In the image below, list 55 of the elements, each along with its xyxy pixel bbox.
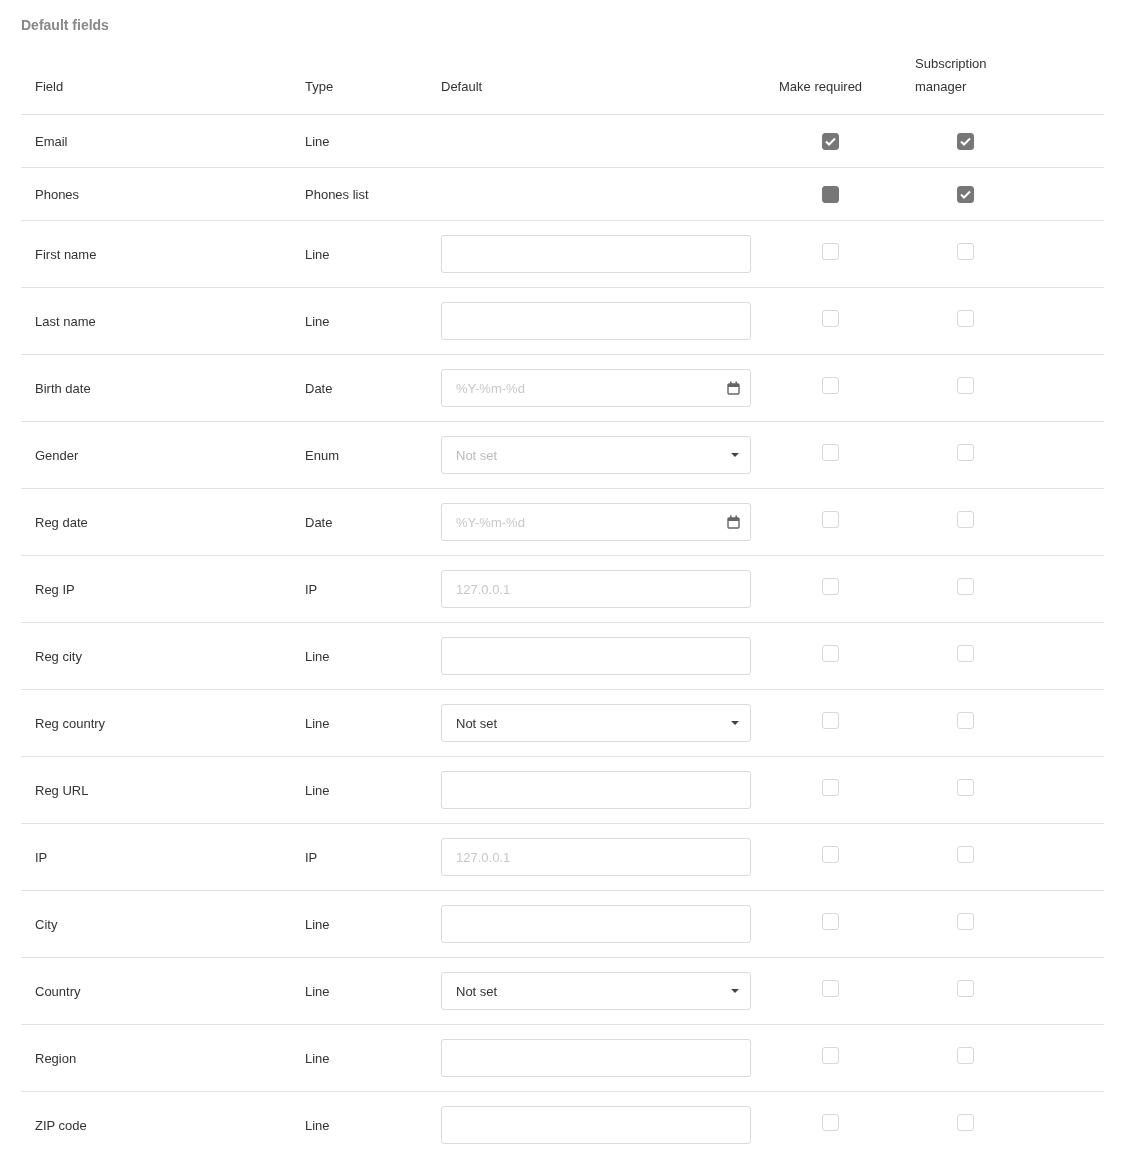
field-name: ZIP code — [35, 1117, 87, 1133]
field-type: Phones list — [305, 186, 369, 202]
check-icon — [960, 189, 971, 199]
input-field[interactable] — [441, 905, 751, 943]
column-header: Type — [305, 78, 334, 96]
input-field[interactable] — [441, 302, 751, 340]
field-name: Country — [35, 983, 81, 999]
input-field[interactable] — [441, 235, 751, 273]
field-name: City — [35, 916, 58, 932]
column-header: Make required — [779, 78, 863, 96]
field-type: IP — [305, 849, 318, 865]
field-type: Line — [305, 782, 330, 798]
calendar-icon[interactable] — [727, 515, 740, 529]
field-name: Reg URL — [35, 782, 89, 798]
field-name: Phones — [35, 186, 80, 202]
caret-icon — [731, 453, 739, 457]
caret-icon — [731, 989, 739, 993]
section-title: Default fields — [21, 17, 109, 33]
field-type: Line — [305, 916, 330, 932]
field-name: Birth date — [35, 380, 91, 396]
field-type: Enum — [305, 447, 339, 463]
column-header: Subscription manager — [915, 55, 988, 96]
field-name: Reg city — [35, 648, 82, 664]
field-type: Line — [305, 246, 330, 262]
field-name: Gender — [35, 447, 79, 463]
column-header: Default — [441, 78, 483, 96]
field-type: Line — [305, 313, 330, 329]
column-header: Field — [35, 78, 64, 96]
field-type: Line — [305, 1117, 330, 1133]
dropdown[interactable]: Not set — [441, 704, 751, 742]
input-field[interactable] — [441, 1106, 751, 1144]
field-name: IP — [35, 849, 48, 865]
field-name: First name — [35, 246, 97, 262]
field-type: Date — [305, 514, 333, 530]
field-type: Line — [305, 1050, 330, 1066]
calendar-icon[interactable] — [727, 381, 740, 395]
field-name: Reg date — [35, 514, 88, 530]
dropdown[interactable]: Not set — [441, 972, 751, 1010]
field-type: Line — [305, 983, 330, 999]
field-name: Email — [35, 133, 68, 149]
input-field[interactable] — [441, 771, 751, 809]
field-type: Line — [305, 648, 330, 664]
check-icon — [825, 136, 836, 146]
field-type: Date — [305, 380, 333, 396]
check-icon — [960, 136, 971, 146]
field-name: Last name — [35, 313, 96, 329]
field-type: Line — [305, 133, 330, 149]
field-type: IP — [305, 581, 318, 597]
field-type: Line — [305, 715, 330, 731]
field-name: Reg country — [35, 715, 106, 731]
caret-icon — [731, 721, 739, 725]
field-name: Region — [35, 1050, 77, 1066]
input-field[interactable] — [441, 1039, 751, 1077]
input-field[interactable] — [441, 637, 751, 675]
field-name: Reg IP — [35, 581, 75, 597]
